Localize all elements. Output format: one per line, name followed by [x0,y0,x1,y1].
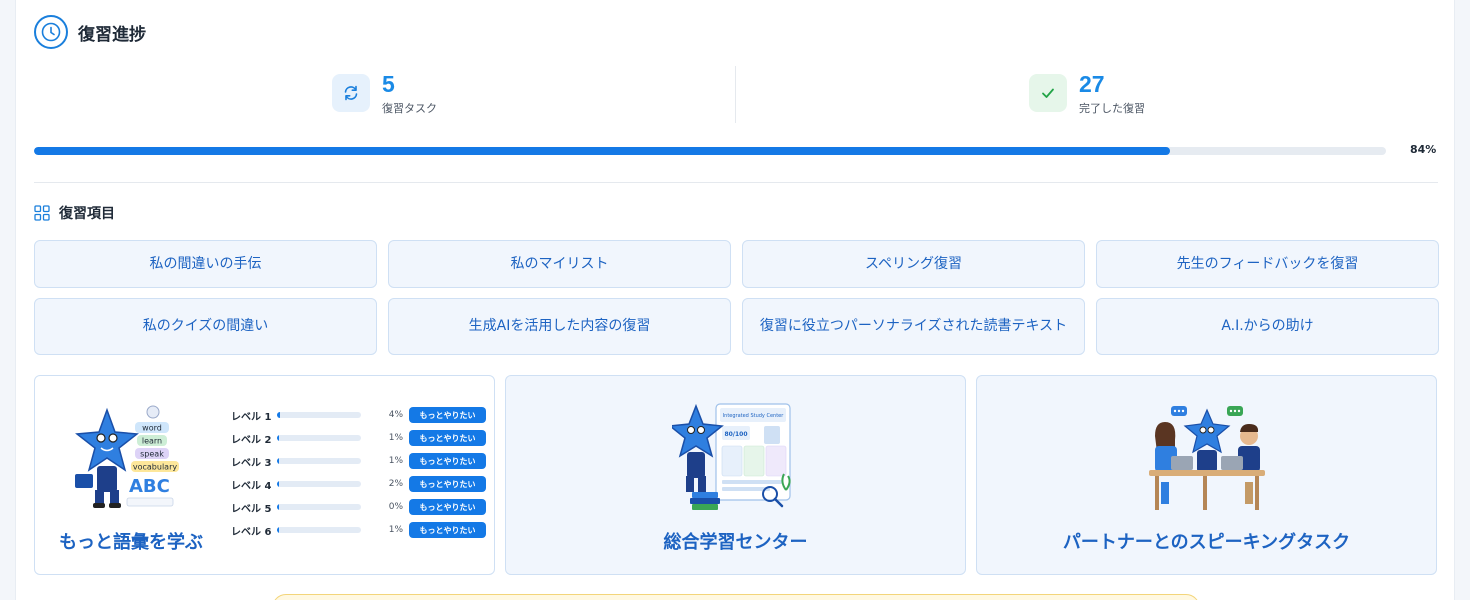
level-4-more-button[interactable]: もっとやりたい [409,476,486,492]
vocab-level-row: レベル 5 0% もっとやりたい [231,499,491,515]
level-percent: 4% [388,410,403,420]
review-progress-percent: 84% [1410,143,1437,156]
level-label: レベル 2 [231,434,272,446]
review-item-ai-help[interactable]: A.I.からの助け [1096,298,1439,355]
review-item-spelling[interactable]: スペリング復習 [742,240,1085,288]
illustration-word: speak [140,450,164,459]
stat-value: 27 [1079,71,1105,97]
divider [735,66,736,123]
vocab-mascot-illustration: word learn speak vocabulary ABC [75,405,179,508]
level-progress-fill [277,481,279,487]
level-percent: 1% [388,456,403,466]
level-progress-bar [277,435,361,441]
level-progress-fill [277,527,279,533]
vocab-panel-title: もっと語彙を学ぶ [59,532,203,553]
header: 復習進捗 [34,15,146,49]
speaking-task-panel[interactable]: パートナーとのスピーキングタスク [976,375,1437,575]
review-item-my-mistakes[interactable]: 私の間違いの手伝 [34,240,377,288]
stat-completed-reviews: 27 完了した復習 [1029,68,1145,118]
level-percent: 1% [388,525,403,535]
level-label: レベル 6 [231,526,272,538]
review-item-generative-ai[interactable]: 生成AIを活用した内容の復習 [388,298,731,355]
level-progress-bar [277,412,361,418]
vocab-level-row: レベル 4 2% もっとやりたい [231,476,491,492]
notice-banner [272,594,1200,600]
review-items-grid: 私の間違いの手伝 私のマイリスト スペリング復習 先生のフィードバックを復習 私… [34,240,1439,355]
illustration-text: 80/100 [724,431,747,438]
level-2-more-button[interactable]: もっとやりたい [409,430,486,446]
level-progress-bar [277,481,361,487]
level-progress-fill [277,412,281,418]
stat-review-tasks: 5 復習タスク [332,68,437,118]
level-6-more-button[interactable]: もっとやりたい [409,522,486,538]
level-progress-fill [277,504,279,510]
stat-value: 5 [382,71,395,97]
level-label: レベル 1 [231,411,272,423]
section-header: 復習項目 [34,203,115,223]
speaking-task-title: パートナーとのスピーキングタスク [1062,532,1351,553]
illustration-word: ABC [129,476,170,497]
level-percent: 0% [388,502,403,512]
clock-icon [34,15,68,49]
refresh-icon [332,74,370,112]
section-title: 復習項目 [59,206,115,222]
illustration-text: Integrated Study Center [723,413,785,419]
vocab-panel[interactable]: word learn speak vocabulary ABC もっと語彙を学ぶ… [34,375,495,575]
check-icon [1029,74,1067,112]
level-label: レベル 4 [231,480,272,492]
grid-icon [34,205,50,221]
review-item-my-list[interactable]: 私のマイリスト [388,240,731,288]
stat-label: 完了した復習 [1079,102,1145,115]
study-center-title: 総合学習センター [663,532,808,553]
page-title: 復習進捗 [78,24,146,45]
level-percent: 1% [388,433,403,443]
level-progress-bar [277,504,361,510]
review-progress-card: 復習進捗 5 復習タスク 27 完了した復習 84% 復習項目 私の間違いの手伝… [15,0,1455,600]
level-progress-bar [277,527,361,533]
level-5-more-button[interactable]: もっとやりたい [409,499,486,515]
stat-label: 復習タスク [382,102,437,115]
illustration-word: learn [142,437,162,446]
review-item-quiz-mistakes[interactable]: 私のクイズの間違い [34,298,377,355]
illustration-word: word [142,424,162,433]
level-1-more-button[interactable]: もっとやりたい [409,407,486,423]
vocab-level-row: レベル 1 4% もっとやりたい [231,407,491,423]
vocab-level-row: レベル 3 1% もっとやりたい [231,453,491,469]
review-item-teacher-feedback[interactable]: 先生のフィードバックを復習 [1096,240,1439,288]
study-center-illustration: Integrated Study Center 80/100 [672,403,791,510]
review-progress-bar [34,147,1386,155]
level-progress-fill [277,458,279,464]
level-progress-bar [277,458,361,464]
divider [34,182,1438,183]
level-label: レベル 5 [231,503,272,515]
vocab-level-row: レベル 2 1% もっとやりたい [231,430,491,446]
level-label: レベル 3 [231,457,272,469]
level-progress-fill [277,435,279,441]
illustration-word: vocabulary [133,463,177,472]
study-center-panel[interactable]: Integrated Study Center 80/100 総合学習センター [505,375,966,575]
level-percent: 2% [388,479,403,489]
level-3-more-button[interactable]: もっとやりたい [409,453,486,469]
review-progress-fill [34,147,1170,155]
vocab-level-row: レベル 6 1% もっとやりたい [231,522,491,538]
review-item-personalized-reading[interactable]: 復習に役立つパーソナライズされた読書テキスト [742,298,1085,355]
speaking-partners-illustration [1149,406,1265,510]
